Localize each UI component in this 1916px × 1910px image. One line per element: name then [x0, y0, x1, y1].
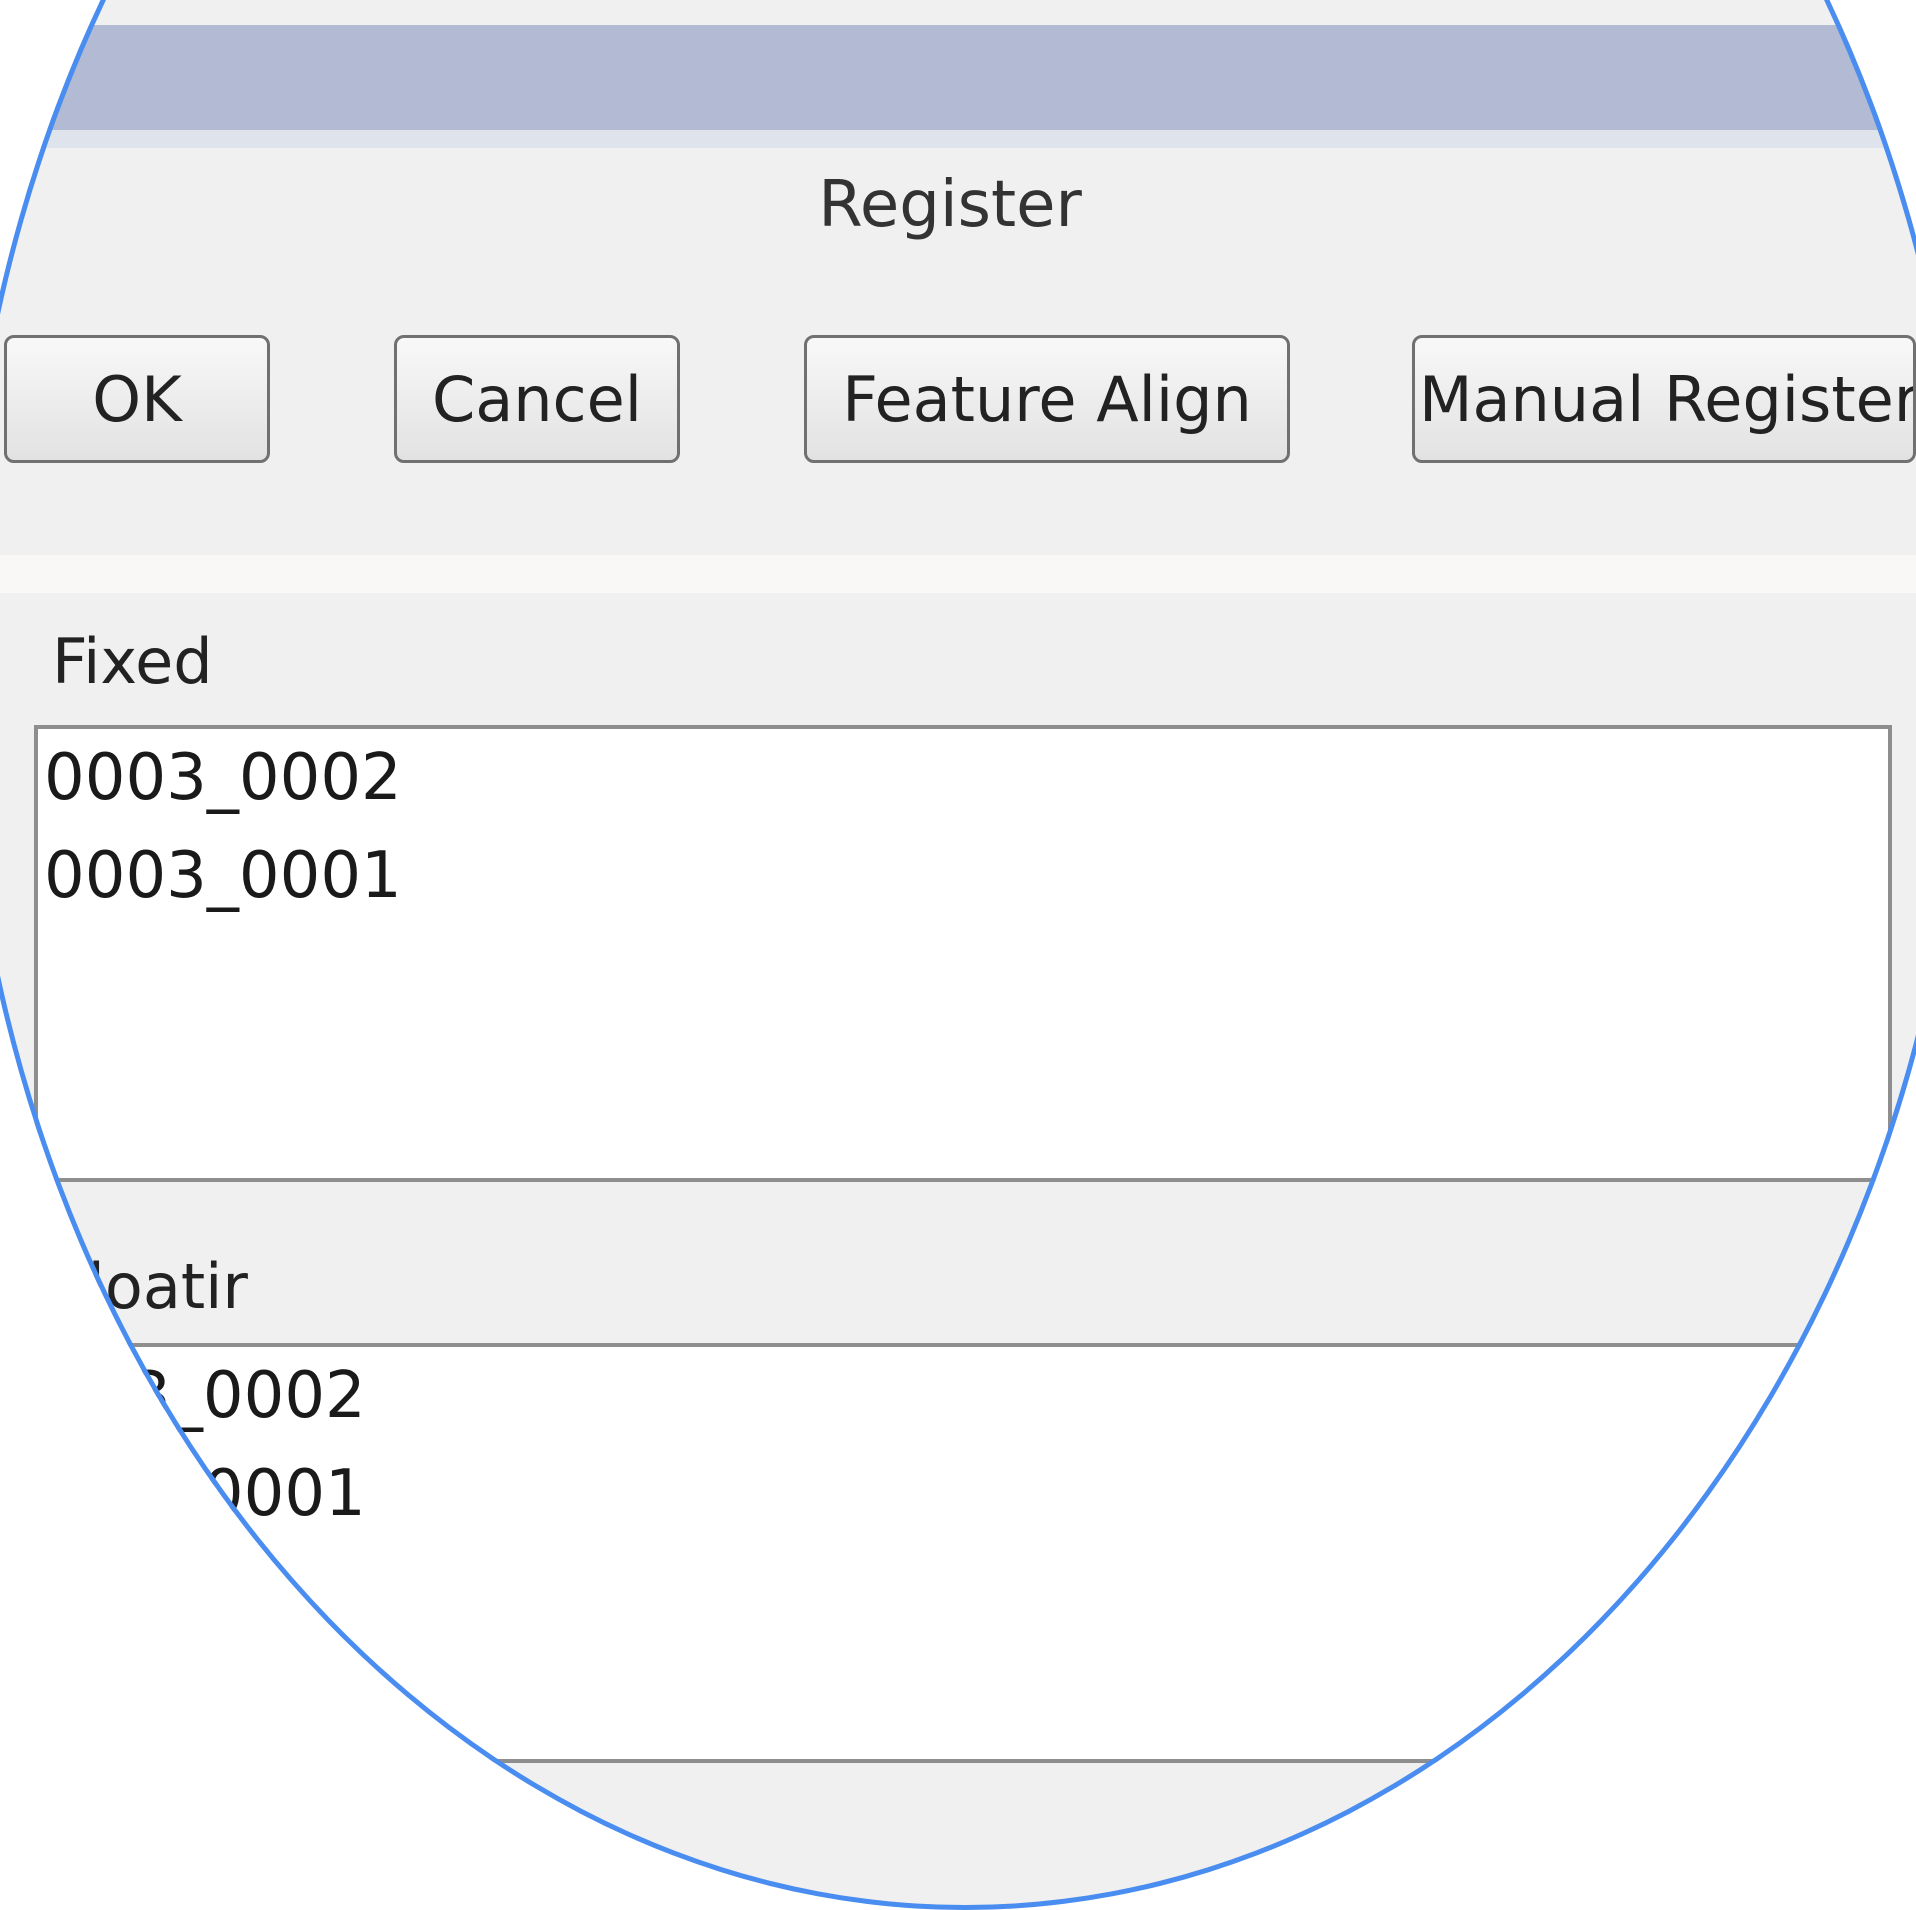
window-titlebar[interactable] [0, 25, 1916, 130]
register-dialog: Register OK Cancel Feature Align Manual … [0, 0, 1916, 1763]
titlebar-divider [0, 130, 1916, 148]
manual-register-button[interactable]: Manual Register [1412, 335, 1916, 463]
register-section-title: Register [818, 168, 1082, 242]
cancel-button[interactable]: Cancel [394, 335, 680, 463]
ok-button[interactable]: OK [4, 335, 270, 463]
fixed-list-item[interactable]: 0003_0001 [38, 827, 1888, 925]
floating-list-item[interactable]: 0003_0002 [2, 1347, 1912, 1445]
floating-listbox[interactable]: 0003_0002 0003_0001 [8, 1343, 1916, 1763]
fixed-listbox[interactable]: 0003_0002 0003_0001 [34, 725, 1892, 1182]
feature-align-button[interactable]: Feature Align [804, 335, 1290, 463]
floating-list-item[interactable]: 0003_0001 [2, 1445, 1912, 1543]
floating-label: Floatir [52, 1250, 248, 1323]
fixed-label: Fixed [52, 625, 213, 698]
fixed-list-item[interactable]: 0003_0002 [38, 729, 1888, 827]
section-divider [0, 555, 1916, 593]
magnifier-lens: Register OK Cancel Feature Align Manual … [0, 0, 1916, 1910]
